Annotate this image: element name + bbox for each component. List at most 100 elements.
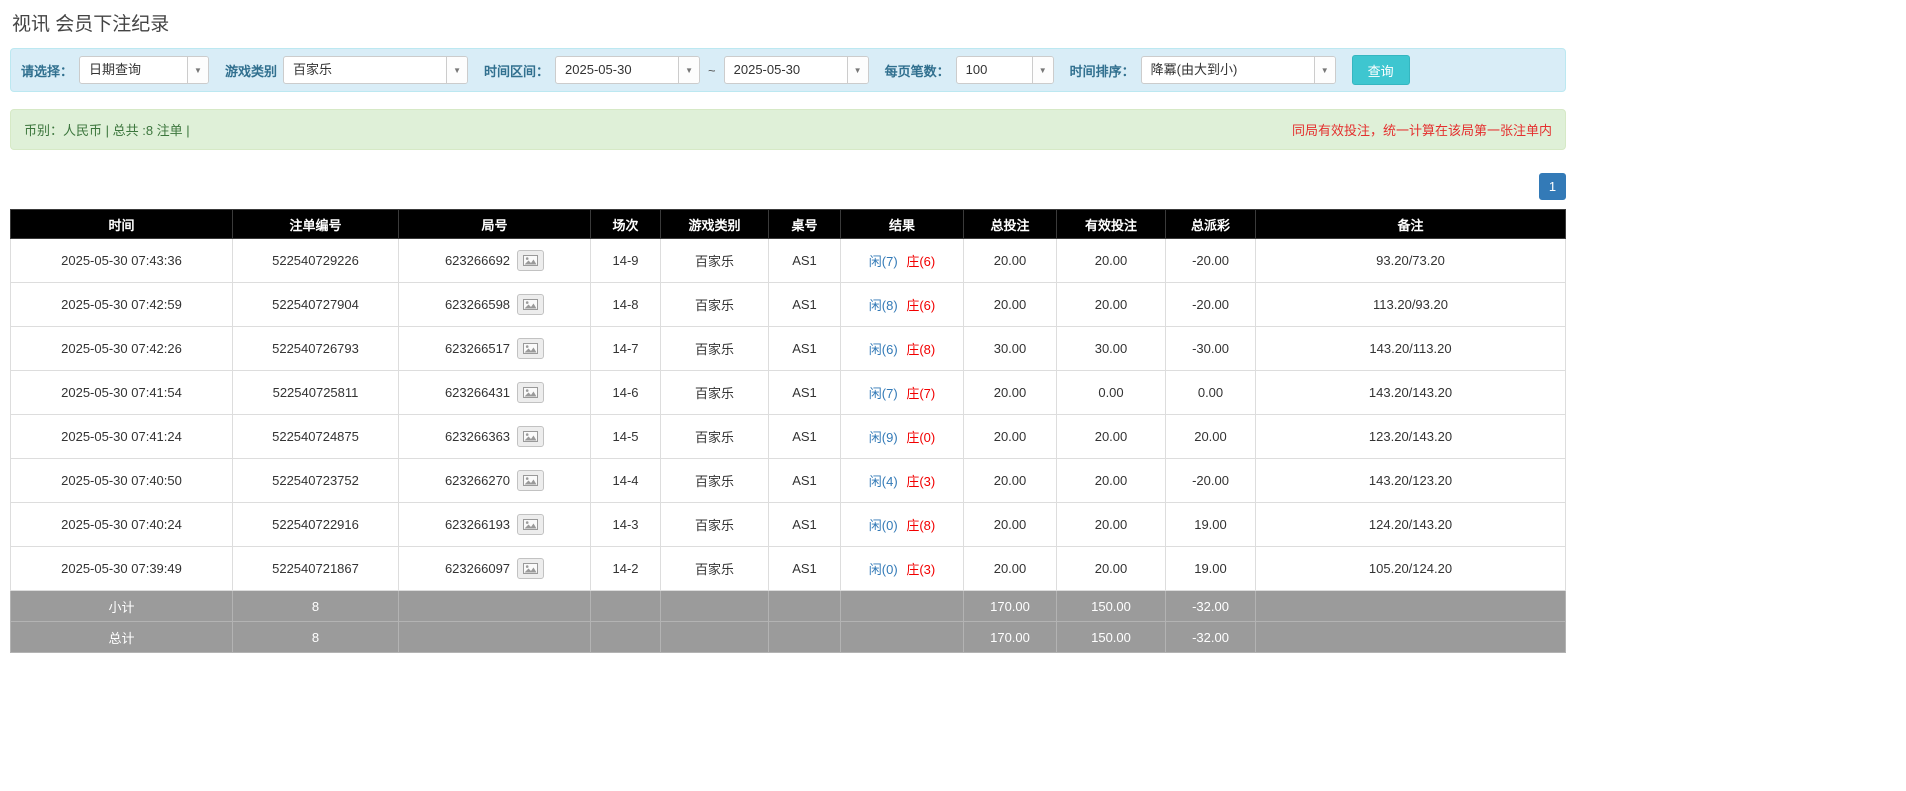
cell-valid-bet: 30.00 [1057, 327, 1166, 371]
round-snapshot-button[interactable] [517, 470, 544, 491]
cell-remark: 143.20/123.20 [1256, 459, 1566, 503]
cell-bet-id: 522540725811 [233, 371, 399, 415]
notice-text: 同局有效投注，统一计算在该局第一张注单内 [1292, 120, 1552, 139]
round-id: 623266097 [445, 561, 510, 576]
cell-valid-bet: 0.00 [1057, 371, 1166, 415]
cell-round: 623266270 [399, 459, 591, 503]
chevron-down-icon: ▼ [1314, 57, 1335, 83]
header-remark: 备注 [1256, 210, 1566, 239]
picture-icon [523, 563, 538, 574]
cell-total-bet[interactable]: 20.00 [964, 459, 1057, 503]
cell-payout: 19.00 [1166, 547, 1256, 591]
page-title: 视讯 会员下注纪录 [10, 0, 1566, 48]
result-banker: 庄(8) [906, 518, 935, 533]
result-banker: 庄(6) [906, 298, 935, 313]
page-size-value: 100 [957, 57, 1032, 83]
cell-total-bet[interactable]: 20.00 [964, 239, 1057, 283]
page-1-button[interactable]: 1 [1539, 173, 1566, 200]
page-size-select[interactable]: 100 ▼ [956, 56, 1054, 84]
cell-time: 2025-05-30 07:41:54 [11, 371, 233, 415]
picture-icon [523, 299, 538, 310]
cell-total-bet[interactable]: 20.00 [964, 371, 1057, 415]
round-snapshot-button[interactable] [517, 558, 544, 579]
cell-bet-id: 522540721867 [233, 547, 399, 591]
cell-result: 闲(7) 庄(7) [841, 371, 964, 415]
cell-valid-bet: 20.00 [1057, 459, 1166, 503]
total-payout: -32.00 [1166, 622, 1256, 653]
cell-table-no: AS1 [769, 503, 841, 547]
cell-table-no: AS1 [769, 459, 841, 503]
header-round: 局号 [399, 210, 591, 239]
header-table-no: 桌号 [769, 210, 841, 239]
header-payout: 总派彩 [1166, 210, 1256, 239]
total-label: 总计 [11, 622, 233, 653]
cell-time: 2025-05-30 07:41:24 [11, 415, 233, 459]
betting-records-table: 时间 注单编号 局号 场次 游戏类别 桌号 结果 总投注 有效投注 总派彩 备注… [10, 209, 1566, 653]
cell-game-type: 百家乐 [661, 503, 769, 547]
cell-table-no: AS1 [769, 371, 841, 415]
subtotal-payout: -32.00 [1166, 591, 1256, 622]
round-id: 623266598 [445, 297, 510, 312]
cell-time: 2025-05-30 07:42:26 [11, 327, 233, 371]
cell-table-no: AS1 [769, 415, 841, 459]
cell-total-bet[interactable]: 20.00 [964, 415, 1057, 459]
cell-result: 闲(8) 庄(6) [841, 283, 964, 327]
cell-bet-id: 522540726793 [233, 327, 399, 371]
subtotal-total-bet: 170.00 [964, 591, 1057, 622]
cell-result: 闲(4) 庄(3) [841, 459, 964, 503]
cell-time: 2025-05-30 07:43:36 [11, 239, 233, 283]
cell-table-no: AS1 [769, 239, 841, 283]
cell-table-no: AS1 [769, 283, 841, 327]
table-row: 2025-05-30 07:41:24 522540724875 6232663… [11, 415, 1566, 459]
chevron-down-icon: ▼ [446, 57, 467, 83]
cell-total-bet[interactable]: 20.00 [964, 283, 1057, 327]
sort-order-select[interactable]: 降冪(由大到小) ▼ [1141, 56, 1336, 84]
cell-total-bet[interactable]: 20.00 [964, 503, 1057, 547]
result-banker: 庄(8) [906, 342, 935, 357]
cell-game-type: 百家乐 [661, 239, 769, 283]
total-row: 总计 8 170.00 150.00 -32.00 [11, 622, 1566, 653]
page-size-label: 每页笔数： [885, 61, 950, 80]
header-bet-id: 注单编号 [233, 210, 399, 239]
search-button[interactable]: 查询 [1352, 55, 1410, 85]
header-session: 场次 [591, 210, 661, 239]
date-from-value: 2025-05-30 [556, 57, 678, 83]
date-from-select[interactable]: 2025-05-30 ▼ [555, 56, 700, 84]
cell-total-bet[interactable]: 30.00 [964, 327, 1057, 371]
chevron-down-icon: ▼ [678, 57, 699, 83]
cell-session: 14-2 [591, 547, 661, 591]
picture-icon [523, 431, 538, 442]
round-id: 623266363 [445, 429, 510, 444]
table-row: 2025-05-30 07:41:54 522540725811 6232664… [11, 371, 1566, 415]
currency-summary-text: 币别：人民币 | 总共 :8 注单 | [24, 120, 190, 139]
round-snapshot-button[interactable] [517, 382, 544, 403]
sort-order-label: 时间排序： [1070, 61, 1135, 80]
cell-game-type: 百家乐 [661, 371, 769, 415]
cell-total-bet[interactable]: 20.00 [964, 547, 1057, 591]
round-snapshot-button[interactable] [517, 250, 544, 271]
table-row: 2025-05-30 07:40:24 522540722916 6232661… [11, 503, 1566, 547]
round-snapshot-button[interactable] [517, 294, 544, 315]
result-player: 闲(0) [869, 518, 898, 533]
subtotal-count: 8 [233, 591, 399, 622]
round-snapshot-button[interactable] [517, 514, 544, 535]
round-id: 623266193 [445, 517, 510, 532]
cell-round: 623266193 [399, 503, 591, 547]
table-row: 2025-05-30 07:42:26 522540726793 6232665… [11, 327, 1566, 371]
date-to-value: 2025-05-30 [725, 57, 847, 83]
round-snapshot-button[interactable] [517, 338, 544, 359]
result-banker: 庄(0) [906, 430, 935, 445]
round-snapshot-button[interactable] [517, 426, 544, 447]
game-type-value: 百家乐 [284, 57, 446, 83]
cell-result: 闲(0) 庄(3) [841, 547, 964, 591]
result-player: 闲(7) [869, 386, 898, 401]
query-type-select[interactable]: 日期查询 ▼ [79, 56, 209, 84]
chevron-down-icon: ▼ [187, 57, 208, 83]
game-type-select[interactable]: 百家乐 ▼ [283, 56, 468, 84]
table-body: 2025-05-30 07:43:36 522540729226 6232666… [11, 239, 1566, 591]
sort-order-value: 降冪(由大到小) [1142, 57, 1314, 83]
date-to-select[interactable]: 2025-05-30 ▼ [724, 56, 869, 84]
cell-game-type: 百家乐 [661, 459, 769, 503]
total-valid-bet: 150.00 [1057, 622, 1166, 653]
filter-bar: 请选择： 日期查询 ▼ 游戏类别 百家乐 ▼ 时间区间： 2025-05-30 … [10, 48, 1566, 92]
